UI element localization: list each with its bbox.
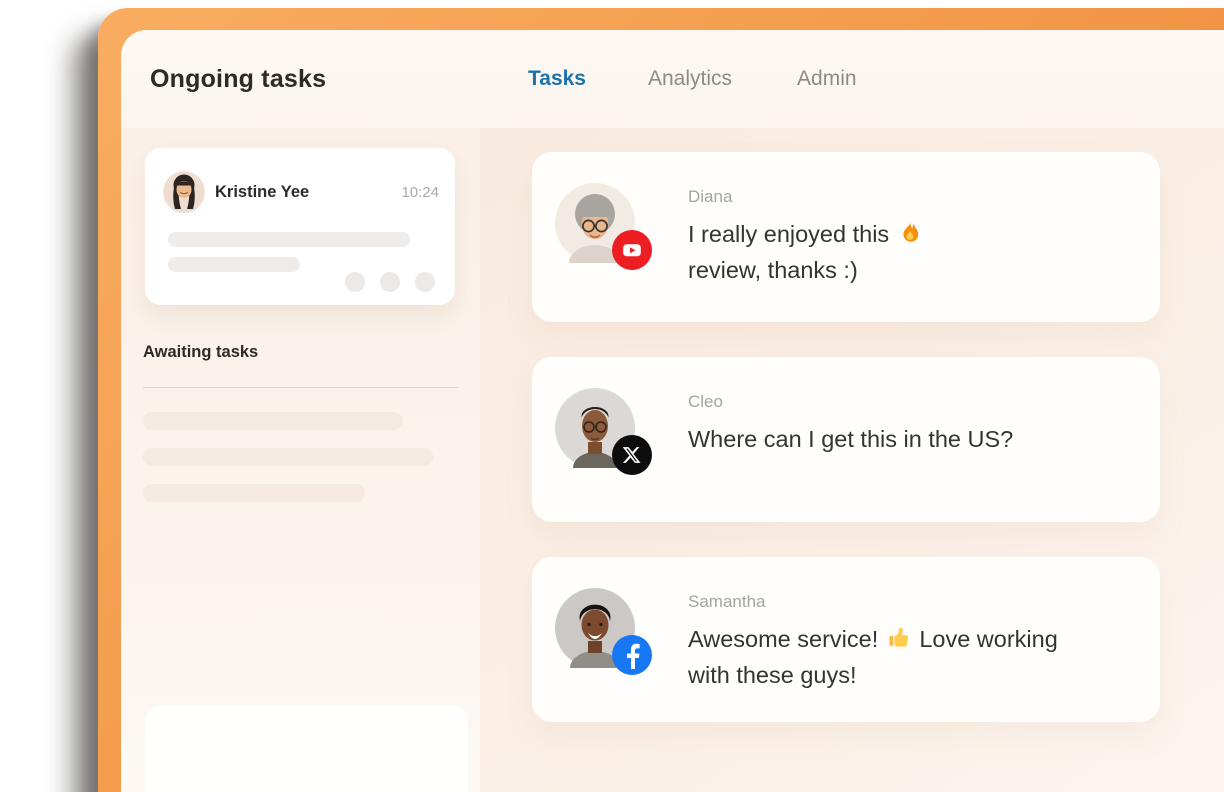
avatar-with-badge — [555, 388, 635, 468]
avatar-with-badge — [555, 588, 635, 668]
awaiting-tasks-heading: Awaiting tasks — [143, 343, 258, 362]
message-line: I really enjoyed this — [688, 221, 889, 247]
content: Kristine Yee 10:24 Awaiting tasks — [121, 128, 1224, 792]
message-card-cleo[interactable]: Cleo Where can I get this in the US? — [532, 357, 1160, 522]
sidebar-bottom-panel — [145, 705, 468, 792]
skeleton-line — [143, 484, 365, 502]
fire-emoji — [897, 219, 923, 245]
skeleton-line — [143, 412, 403, 430]
message-line: with these guys! — [688, 662, 857, 688]
avatar-with-badge — [555, 183, 635, 263]
task-timestamp: 10:24 — [401, 184, 439, 201]
message-line: review, thanks :) — [688, 257, 858, 283]
message-body: Awesome service! Love working with th — [688, 621, 1058, 693]
message-body: Where can I get this in the US? — [688, 421, 1013, 457]
tab-tasks[interactable]: Tasks — [528, 67, 586, 91]
sender-name: Samantha — [688, 592, 1058, 612]
message-card-diana[interactable]: Diana I really enjoyed this — [532, 152, 1160, 322]
tab-analytics[interactable]: Analytics — [648, 67, 732, 91]
skeleton-line — [143, 448, 433, 466]
message-content: Samantha Awesome service! Love working — [688, 592, 1058, 693]
sidebar: Kristine Yee 10:24 Awaiting tasks — [121, 128, 480, 792]
tab-admin[interactable]: Admin — [797, 67, 857, 91]
page-title: Ongoing tasks — [150, 65, 326, 94]
dot — [415, 272, 435, 292]
x-badge-icon — [612, 435, 652, 475]
message-body: I really enjoyed this review, thanks :) — [688, 216, 924, 288]
message-line: Where can I get this in the US? — [688, 426, 1013, 452]
message-line: Love working — [919, 626, 1057, 652]
sender-name: Cleo — [688, 392, 1013, 412]
sender-name: Diana — [688, 187, 924, 207]
message-content: Diana I really enjoyed this — [688, 187, 924, 288]
message-card-samantha[interactable]: Samantha Awesome service! Love working — [532, 557, 1160, 722]
ongoing-task-card[interactable]: Kristine Yee 10:24 — [145, 148, 455, 305]
facebook-badge-icon — [612, 635, 652, 675]
message-content: Cleo Where can I get this in the US? — [688, 392, 1013, 457]
dot — [345, 272, 365, 292]
thumbs-up-emoji — [886, 624, 912, 650]
app-window: Ongoing tasks Tasks Analytics Admin — [121, 30, 1224, 792]
message-line: Awesome service! — [688, 626, 878, 652]
skeleton-line — [168, 257, 300, 272]
dot — [380, 272, 400, 292]
task-contact-name: Kristine Yee — [215, 183, 309, 202]
tab-bar: Tasks Analytics Admin — [528, 30, 857, 128]
skeleton-line — [168, 232, 410, 247]
header: Ongoing tasks Tasks Analytics Admin — [121, 30, 1224, 128]
message-list: Diana I really enjoyed this — [480, 128, 1224, 792]
stage: Ongoing tasks Tasks Analytics Admin — [0, 0, 1224, 792]
woman-dark-hair-avatar — [163, 171, 205, 213]
typing-dots — [345, 272, 435, 292]
divider — [143, 387, 458, 388]
window-frame: Ongoing tasks Tasks Analytics Admin — [98, 8, 1224, 792]
task-card-header: Kristine Yee 10:24 — [163, 171, 439, 213]
youtube-badge-icon — [612, 230, 652, 270]
